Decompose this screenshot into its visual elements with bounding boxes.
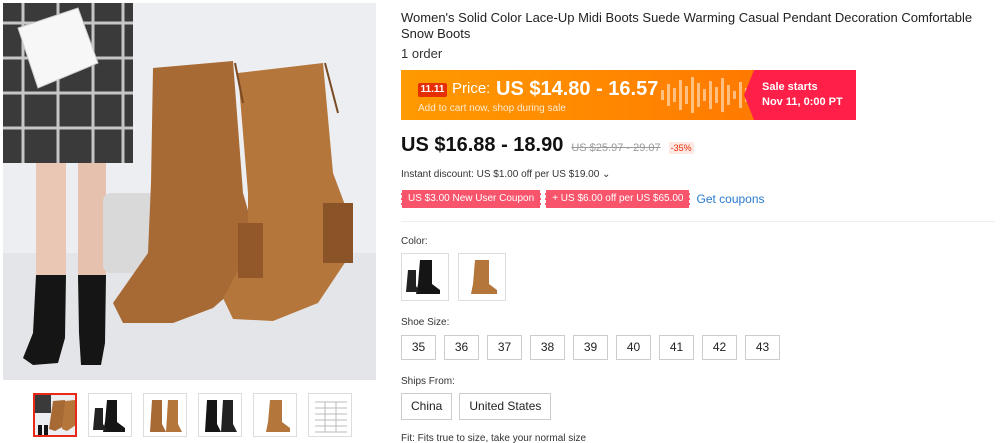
instant-discount-dropdown[interactable]: Instant discount: US $1.00 off per US $1…	[401, 169, 610, 180]
size-options: 35 36 37 38 39 40 41 42 43	[401, 335, 780, 360]
get-coupons-link[interactable]: Get coupons	[696, 192, 764, 206]
color-options	[401, 253, 506, 301]
sale-banner: 11.11 Price: US $14.80 - 16.57 Add to ca…	[401, 70, 856, 120]
section-divider	[401, 221, 995, 222]
thumbnail-brown-boot-side[interactable]	[253, 393, 297, 437]
product-details: Women's Solid Color Lace-Up Midi Boots S…	[401, 0, 996, 443]
thumbnail-model-brown-boots[interactable]	[33, 393, 77, 437]
brown-boot-icon	[459, 254, 505, 300]
size-option-41[interactable]: 41	[659, 335, 694, 360]
black-boot-icon	[402, 254, 448, 300]
sale-price-label: Price:	[452, 80, 491, 97]
sale-price-value: US $14.80 - 16.57	[496, 78, 659, 100]
sale-subtext: Add to cart now, shop during sale	[418, 103, 566, 114]
sale-starts-label: Sale starts	[762, 81, 818, 93]
discount-badge: -35%	[668, 142, 694, 154]
size-option-43[interactable]: 43	[745, 335, 780, 360]
color-option-black[interactable]	[401, 253, 449, 301]
decorative-bars-icon	[661, 75, 748, 115]
thumbnail-size-chart[interactable]	[308, 393, 352, 437]
size-option-42[interactable]: 42	[702, 335, 737, 360]
size-option-35[interactable]: 35	[401, 335, 436, 360]
color-label: Color:	[401, 236, 428, 247]
ships-from-options: China United States	[401, 393, 552, 420]
coupon-row: US $3.00 New User Coupon + US $6.00 off …	[401, 190, 765, 208]
sale-starts-date: Nov 11, 0:00 PT	[762, 96, 843, 108]
order-count: 1 order	[401, 46, 443, 61]
product-title: Women's Solid Color Lace-Up Midi Boots S…	[401, 10, 973, 41]
fit-note: Fit: Fits true to size, take your normal…	[401, 433, 587, 443]
thumbnail-strip	[33, 393, 352, 437]
thumbnail-black-boots-pair[interactable]	[198, 393, 242, 437]
shoe-size-label: Shoe Size:	[401, 317, 450, 328]
ship-option-united-states[interactable]: United States	[459, 393, 552, 420]
original-price: US $25.97 - 29.07	[571, 142, 661, 154]
size-option-37[interactable]: 37	[487, 335, 522, 360]
size-option-36[interactable]: 36	[444, 335, 479, 360]
sale-start-panel: Sale starts Nov 11, 0:00 PT	[744, 70, 856, 120]
current-price: US $16.88 - 18.90	[401, 134, 564, 156]
sale-price-panel: 11.11 Price: US $14.80 - 16.57 Add to ca…	[401, 70, 754, 120]
color-option-brown[interactable]	[458, 253, 506, 301]
main-product-image[interactable]	[3, 3, 376, 380]
size-option-38[interactable]: 38	[530, 335, 565, 360]
size-option-39[interactable]: 39	[573, 335, 608, 360]
ships-from-label: Ships From:	[401, 376, 455, 387]
thumbnail-black-boot-side[interactable]	[88, 393, 132, 437]
store-coupon[interactable]: + US $6.00 off per US $65.00	[545, 190, 691, 208]
size-option-40[interactable]: 40	[616, 335, 651, 360]
new-user-coupon[interactable]: US $3.00 New User Coupon	[401, 190, 542, 208]
ship-option-china[interactable]: China	[401, 393, 453, 420]
boots-photo	[3, 3, 376, 380]
sale-event-badge: 11.11	[418, 83, 447, 97]
thumbnail-brown-boots-pair[interactable]	[143, 393, 187, 437]
price-row: US $16.88 - 18.90 US $25.97 - 29.07 -35%	[401, 134, 694, 157]
